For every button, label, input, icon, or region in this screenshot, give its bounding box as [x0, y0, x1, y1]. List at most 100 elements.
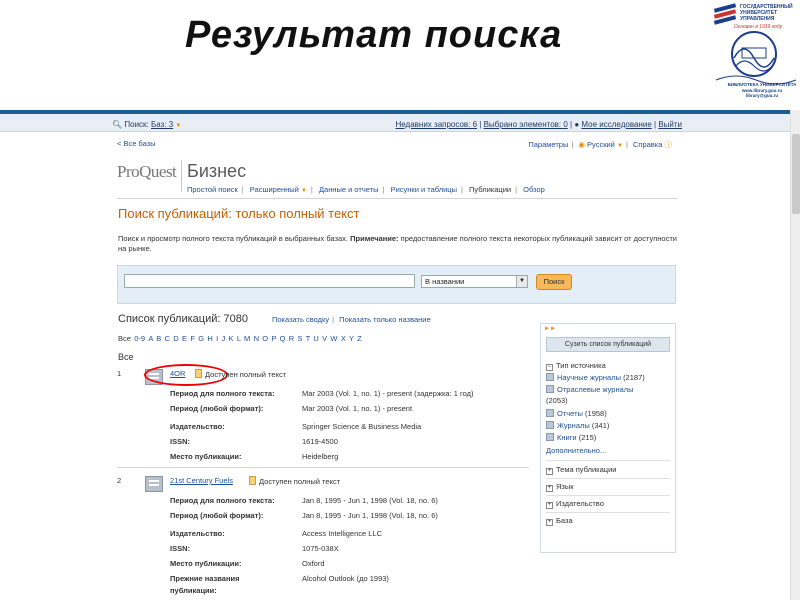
show-titles-link[interactable]: Показать только название — [339, 315, 430, 324]
search-input[interactable] — [124, 274, 415, 288]
language-select[interactable]: Русский — [587, 140, 615, 149]
logout-link[interactable]: Выйти — [658, 120, 682, 129]
facet-item[interactable]: Книги (215) — [546, 433, 596, 442]
alpha-s[interactable]: S — [297, 334, 302, 343]
proquest-screen: 🔍︎ Поиск: Баз: 3 ▼ Недавних запросов: 6 … — [0, 110, 800, 600]
alpha-f[interactable]: F — [190, 334, 195, 343]
facet-database[interactable]: + База — [546, 516, 573, 526]
alpha-v[interactable]: V — [322, 334, 327, 343]
search-field-select[interactable]: В названии ▼ — [421, 275, 528, 288]
help-icon: ⓘ — [664, 140, 673, 149]
description-text: Поиск и просмотр полного текста публикац… — [118, 234, 349, 243]
magazine-icon — [546, 421, 554, 429]
facet-publisher[interactable]: + Издательство — [546, 499, 604, 509]
fulltext-label: Доступен полный текст — [205, 370, 287, 379]
page-description: Поиск и просмотр полного текста публикац… — [118, 234, 683, 254]
alpha-i[interactable]: I — [216, 334, 218, 343]
logo-text: ГОСУДАРСТВЕННЫЙ УНИВЕРСИТЕТ УПРАВЛЕНИЯ — [740, 4, 793, 22]
facet-label: Язык — [556, 482, 574, 491]
search-label: Поиск: — [124, 120, 149, 129]
my-research-link[interactable]: Мое исследование — [581, 120, 651, 129]
alpha-c[interactable]: C — [165, 334, 170, 343]
scholarly-journal-icon — [546, 373, 554, 381]
facet-item[interactable]: Отраслевые журналы — [546, 385, 634, 394]
alpha-y[interactable]: Y — [349, 334, 354, 343]
alpha-j[interactable]: J — [221, 334, 225, 343]
detail-label: Период (любой формат): — [170, 404, 264, 413]
nav-data-reports[interactable]: Данные и отчеты — [319, 185, 379, 194]
settings-link[interactable]: Параметры — [528, 140, 568, 149]
alpha-k[interactable]: K — [229, 334, 234, 343]
nav-browse[interactable]: Обзор — [523, 185, 545, 194]
alpha-a[interactable]: A — [148, 334, 153, 343]
nav-publications[interactable]: Публикации — [469, 185, 511, 194]
product-title: Бизнес — [187, 161, 247, 181]
alpha-w[interactable]: W — [330, 334, 337, 343]
logo-library: БИБЛИОТЕКА УНИВЕРСИТЕТА www.library.guu.… — [727, 82, 797, 98]
alpha-g[interactable]: G — [198, 334, 204, 343]
detail-label: ISSN: — [170, 544, 191, 553]
alpha-h[interactable]: H — [207, 334, 212, 343]
alpha-l[interactable]: L — [237, 334, 241, 343]
recent-searches-link[interactable]: Недавних запросов: 6 — [396, 120, 478, 129]
selected-items-link[interactable]: Выбрано элементов: 0 — [484, 120, 568, 129]
search-databases[interactable]: 🔍︎ Поиск: Баз: 3 ▼ — [112, 120, 181, 129]
help-link[interactable]: Справка — [633, 140, 662, 149]
facet-item-label: Книги — [557, 433, 577, 442]
facet-language[interactable]: + Язык — [546, 482, 574, 492]
facet-item-label: Научные журналы — [557, 373, 621, 382]
detail-label: публикации: — [170, 586, 217, 595]
detail-value: 1619-4500 — [302, 437, 338, 446]
alpha-r[interactable]: R — [289, 334, 294, 343]
facet-item[interactable]: Научные журналы (2187) — [546, 373, 645, 382]
detail-label: Место публикации: — [170, 559, 242, 568]
detail-value: Jan 8, 1995 - Jun 1, 1998 (Vol. 18, no. … — [302, 511, 438, 520]
show-summary-link[interactable]: Показать сводку — [272, 315, 329, 324]
bases-link[interactable]: Баз: 3 — [151, 120, 173, 129]
scrollbar-thumb[interactable] — [792, 134, 800, 214]
nav-divider — [117, 198, 677, 199]
alphabet-filter: Все 0-9 A B C D E F G H I J K L M N O P … — [118, 334, 362, 343]
result-item: 1 4OR Доступен полный текст Период для п… — [117, 364, 529, 464]
trade-journal-icon — [546, 385, 554, 393]
logo-motto: Основан в 1919 году — [733, 24, 783, 30]
alpha-m[interactable]: M — [244, 334, 250, 343]
alpha-0-9[interactable]: 0-9 — [134, 334, 145, 343]
alpha-all[interactable]: Все — [118, 334, 131, 343]
alpha-t[interactable]: T — [306, 334, 310, 343]
facet-item[interactable]: Журналы (341) — [546, 421, 609, 430]
detail-value: Heidelberg — [302, 452, 339, 461]
alpha-x[interactable]: X — [341, 334, 346, 343]
alpha-n[interactable]: N — [254, 334, 259, 343]
publication-title-link[interactable]: 21st Century Fuels — [170, 476, 233, 485]
alpha-q[interactable]: Q — [280, 334, 286, 343]
alpha-o[interactable]: O — [262, 334, 268, 343]
facet-subject[interactable]: + Тема публикации — [546, 465, 616, 475]
publication-list-title: Список публикаций: 7080 — [118, 313, 248, 325]
page-heading: Поиск публикаций: только полный текст — [118, 206, 360, 221]
alpha-z[interactable]: Z — [357, 334, 362, 343]
collapse-panel-icon[interactable]: ►► — [544, 326, 556, 332]
facet-item-count: (215) — [578, 433, 597, 442]
search-button[interactable]: Поиск — [536, 274, 572, 290]
all-bases-link[interactable]: < Все базы — [117, 139, 156, 148]
alpha-d[interactable]: D — [173, 334, 178, 343]
vertical-scrollbar[interactable] — [790, 110, 800, 600]
nav-basic-search[interactable]: Простой поиск — [187, 185, 238, 194]
alpha-p[interactable]: P — [271, 334, 276, 343]
university-logo: ГОСУДАРСТВЕННЫЙ УНИВЕРСИТЕТ УПРАВЛЕНИЯ О… — [706, 2, 798, 102]
fulltext-label: Доступен полный текст — [259, 477, 341, 486]
alpha-b[interactable]: B — [156, 334, 161, 343]
facet-item[interactable]: Отчеты (1958) — [546, 409, 607, 418]
nav-figures-tables[interactable]: Рисунки и таблицы — [391, 185, 457, 194]
nav-advanced-search[interactable]: Расширенный — [250, 185, 299, 194]
facet-item-count: (341) — [591, 421, 610, 430]
facet-more-link[interactable]: Дополнительно... — [546, 446, 606, 455]
alpha-u[interactable]: U — [313, 334, 318, 343]
proquest-logo[interactable]: ProQuest — [117, 162, 177, 182]
facet-source-type[interactable]: − Тип источника — [546, 361, 606, 371]
facet-label: База — [556, 516, 573, 525]
alpha-e[interactable]: E — [182, 334, 187, 343]
utility-links: Параметры | ◉ Русский ▼ | Справка ⓘ — [528, 140, 673, 149]
facet-divider — [546, 512, 670, 513]
